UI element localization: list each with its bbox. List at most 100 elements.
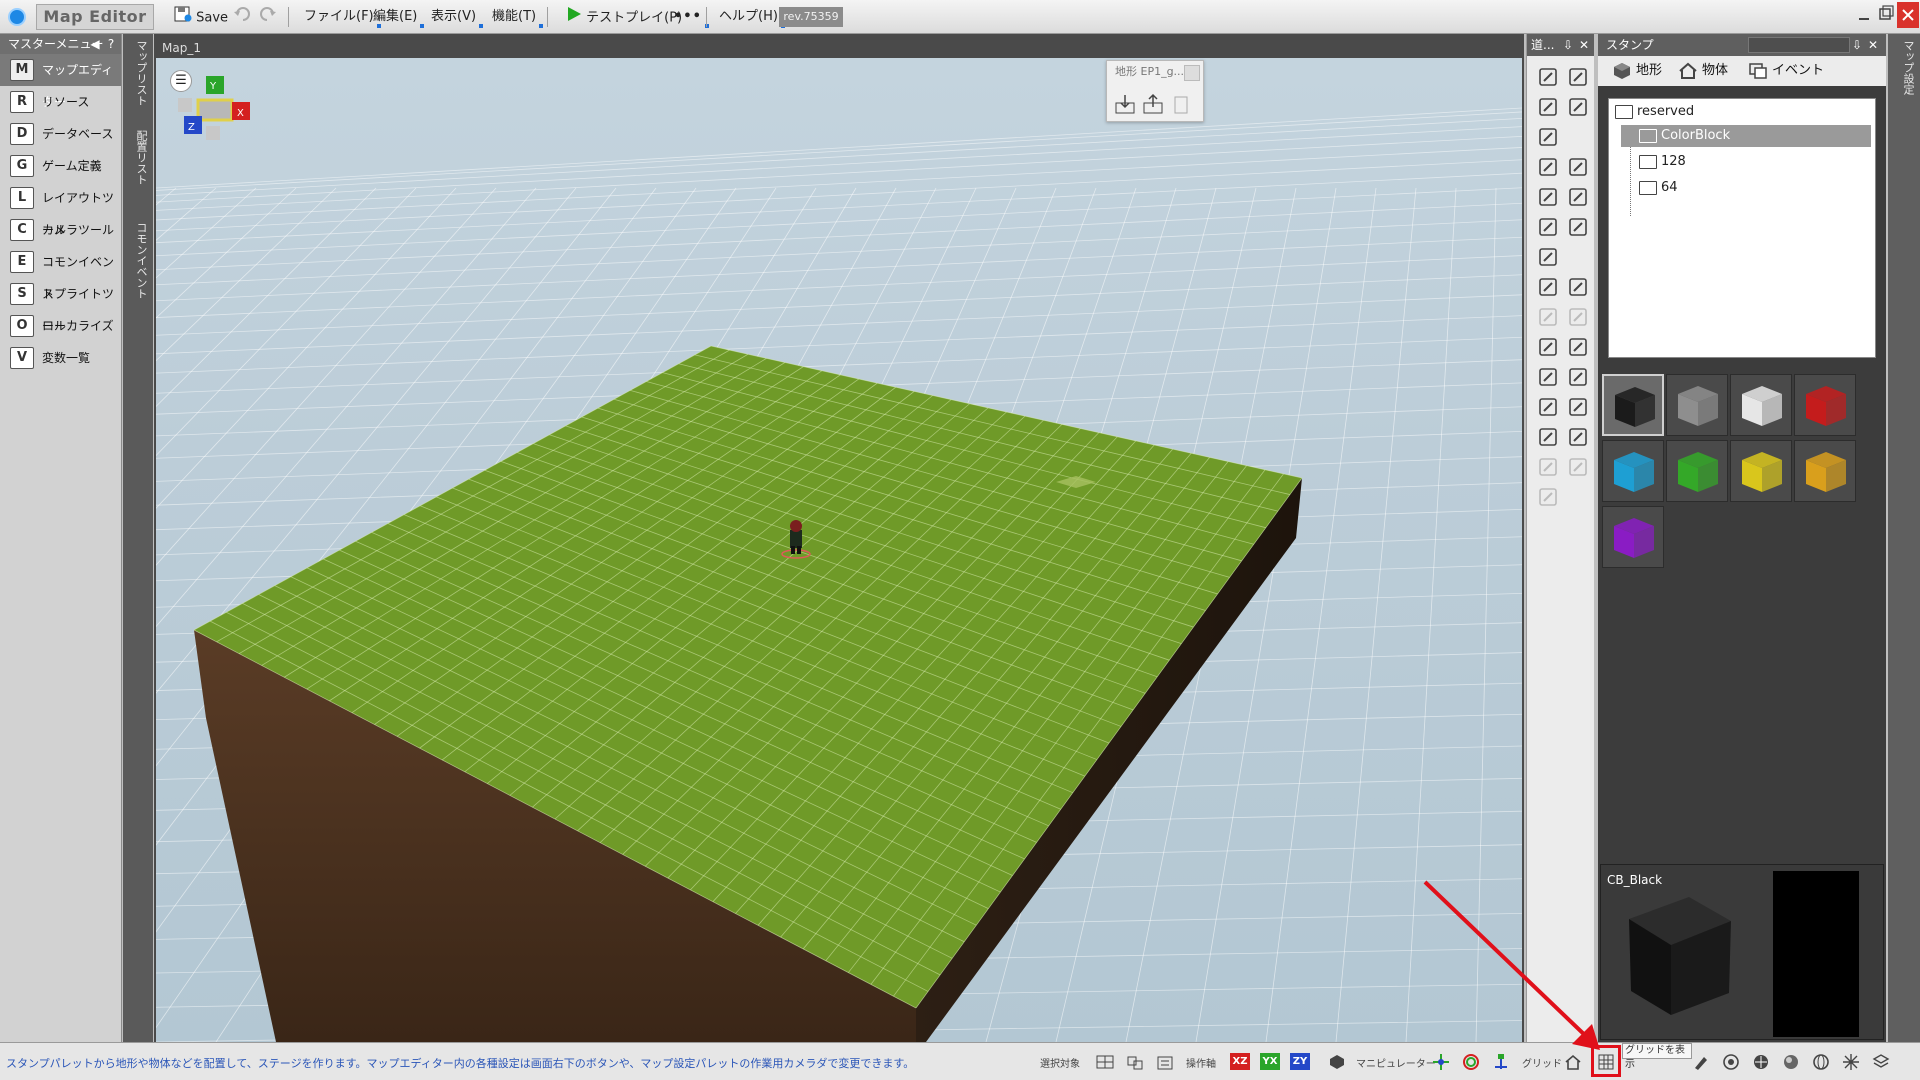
swatch-white-cube[interactable]	[1730, 374, 1792, 436]
swatch-green-cube[interactable]	[1666, 440, 1728, 502]
lasso-select-tool-icon[interactable]	[1565, 64, 1591, 90]
testplay-button[interactable]: テストプレイ(P)	[562, 6, 686, 28]
tab-common-event[interactable]: コモンイベント	[129, 222, 148, 299]
tab-placement-list[interactable]: 配置リスト	[129, 130, 148, 185]
import-stamp-icon[interactable]	[1113, 93, 1137, 115]
house-stamp-tool-icon[interactable]	[1535, 244, 1561, 270]
menu-edit[interactable]: 編集(E)	[369, 6, 425, 28]
lighting-icon[interactable]	[1752, 1053, 1770, 1071]
swatch-gray-cube[interactable]	[1666, 374, 1728, 436]
collapse-icon[interactable]: ◀	[88, 35, 102, 53]
maximize-button[interactable]	[1875, 2, 1897, 28]
swatch-cyan-cube[interactable]	[1602, 440, 1664, 502]
pin-icon[interactable]: ⇩	[1563, 34, 1573, 56]
tab-map-settings[interactable]: マップ設定	[1896, 40, 1915, 95]
tree-node-64[interactable]: 64	[1637, 177, 1837, 199]
tree-node-colorblock[interactable]: ColorBlock	[1621, 125, 1871, 147]
tab-event[interactable]: イベント	[1746, 56, 1824, 86]
camera-view-icon[interactable]	[1722, 1053, 1740, 1071]
swatch-orange-cube[interactable]	[1794, 440, 1856, 502]
master-menu-item[interactable]: G ゲーム定義	[0, 150, 121, 182]
redo-button[interactable]	[255, 6, 281, 28]
box-tool-icon[interactable]	[1565, 364, 1591, 390]
undo-button[interactable]	[229, 6, 255, 28]
axis-gizmo[interactable]: Y X Z	[176, 76, 256, 146]
rotate-left-tool-icon[interactable]	[1535, 304, 1561, 330]
swatch-red-cube[interactable]	[1794, 374, 1856, 436]
export-stamp-icon[interactable]	[1141, 93, 1165, 115]
copy-tool-icon[interactable]	[1535, 394, 1561, 420]
eraser-tool-icon[interactable]	[1535, 184, 1561, 210]
magic-eraser-tool-icon[interactable]	[1565, 214, 1591, 240]
map-scene[interactable]	[156, 58, 1522, 1042]
master-menu-item[interactable]: C カメラツール	[0, 214, 121, 246]
move-gizmo-icon[interactable]	[1432, 1053, 1450, 1071]
globe-icon[interactable]	[1812, 1053, 1830, 1071]
menu-help[interactable]: ヘルプ(H)	[715, 6, 785, 28]
master-menu-item[interactable]: E コモンイベント	[0, 246, 121, 301]
axis-zy-button[interactable]: ZY	[1290, 1053, 1310, 1070]
camera-person-tool-icon[interactable]	[1535, 424, 1561, 450]
spray-tool-icon[interactable]	[1535, 214, 1561, 240]
duplicate-tool-icon[interactable]	[1535, 454, 1561, 480]
grid-select-tool-icon[interactable]	[1565, 94, 1591, 120]
settings-tool-icon[interactable]	[1565, 424, 1591, 450]
rect-select-tool-icon[interactable]	[1535, 64, 1561, 90]
close-icon[interactable]: ✕	[1579, 34, 1589, 56]
brush-tool-icon[interactable]	[1565, 154, 1591, 180]
tab-terrain[interactable]: 地形	[1610, 56, 1662, 86]
save-button[interactable]: Save	[170, 6, 232, 28]
tab-map-1[interactable]: Map_1	[154, 38, 1524, 58]
collision-icon[interactable]	[1842, 1053, 1860, 1071]
manipulator-icon[interactable]	[1328, 1053, 1346, 1071]
rotate-right-tool-icon[interactable]	[1565, 304, 1591, 330]
minimize-button[interactable]	[1853, 2, 1875, 28]
trash-tool-icon[interactable]	[1535, 484, 1561, 510]
tree-node-reserved[interactable]: reserved	[1613, 101, 1871, 123]
axis-xz-button[interactable]: XZ	[1230, 1053, 1250, 1070]
select-grid-icon[interactable]	[1096, 1053, 1114, 1071]
stamp-search-input[interactable]	[1748, 37, 1850, 53]
stack-tool-icon[interactable]	[1565, 334, 1591, 360]
tree-node-128[interactable]: 128	[1637, 151, 1837, 173]
triangle-tool-icon[interactable]	[1535, 364, 1561, 390]
close-icon[interactable]: ✕	[1868, 34, 1878, 56]
lower-tool-icon[interactable]	[1565, 274, 1591, 300]
eyedropper-tool-icon[interactable]	[1565, 184, 1591, 210]
raise-tool-icon[interactable]	[1535, 274, 1561, 300]
scale-gizmo-icon[interactable]	[1492, 1053, 1510, 1071]
menu-function[interactable]: 機能(T)	[488, 6, 544, 28]
camera-home-icon[interactable]	[1564, 1053, 1582, 1071]
axis-yx-button[interactable]: YX	[1260, 1053, 1280, 1070]
sky-icon[interactable]	[1782, 1053, 1800, 1071]
pen-tool-icon[interactable]	[1535, 154, 1561, 180]
more-button[interactable]: •••	[670, 6, 709, 28]
clipboard-tool-icon[interactable]	[1565, 454, 1591, 480]
tab-object[interactable]: 物体	[1676, 56, 1728, 86]
swatch-black-cube[interactable]	[1602, 374, 1664, 436]
swatch-yellow-cube[interactable]	[1730, 440, 1792, 502]
master-menu-item[interactable]: V 変数一覧	[0, 342, 121, 374]
select-object-icon[interactable]	[1126, 1053, 1144, 1071]
menu-file[interactable]: ファイル(F)	[300, 6, 381, 28]
rotate-gizmo-icon[interactable]	[1462, 1053, 1480, 1071]
pin-icon[interactable]: ⇩	[1852, 34, 1862, 56]
popup-close-icon[interactable]	[1184, 65, 1200, 81]
help-icon[interactable]: ?	[104, 35, 118, 53]
map-viewport[interactable]: ☰ Y X Z 地形 EP1_g...	[156, 58, 1522, 1042]
menu-view[interactable]: 表示(V)	[427, 6, 484, 28]
master-menu-item[interactable]: R リソース	[0, 86, 121, 118]
master-menu-item[interactable]: O ローカライズ	[0, 310, 121, 342]
free-select-tool-icon[interactable]	[1535, 94, 1561, 120]
master-menu-item[interactable]: L レイアウトツール	[0, 182, 121, 237]
swatch-purple-cube[interactable]	[1602, 506, 1664, 568]
layer-icon[interactable]	[1872, 1053, 1890, 1071]
master-menu-item[interactable]: M マップエディター	[0, 54, 121, 109]
select-all-icon[interactable]	[1156, 1053, 1174, 1071]
slope-tool-icon[interactable]	[1535, 334, 1561, 360]
master-menu-item[interactable]: D データベース	[0, 118, 121, 150]
clipboard-icon[interactable]	[1169, 93, 1193, 115]
tab-map-list[interactable]: マップリスト	[129, 40, 148, 106]
paint-bucket-tool-icon[interactable]	[1535, 124, 1561, 150]
pen-tool-icon[interactable]	[1692, 1053, 1710, 1071]
